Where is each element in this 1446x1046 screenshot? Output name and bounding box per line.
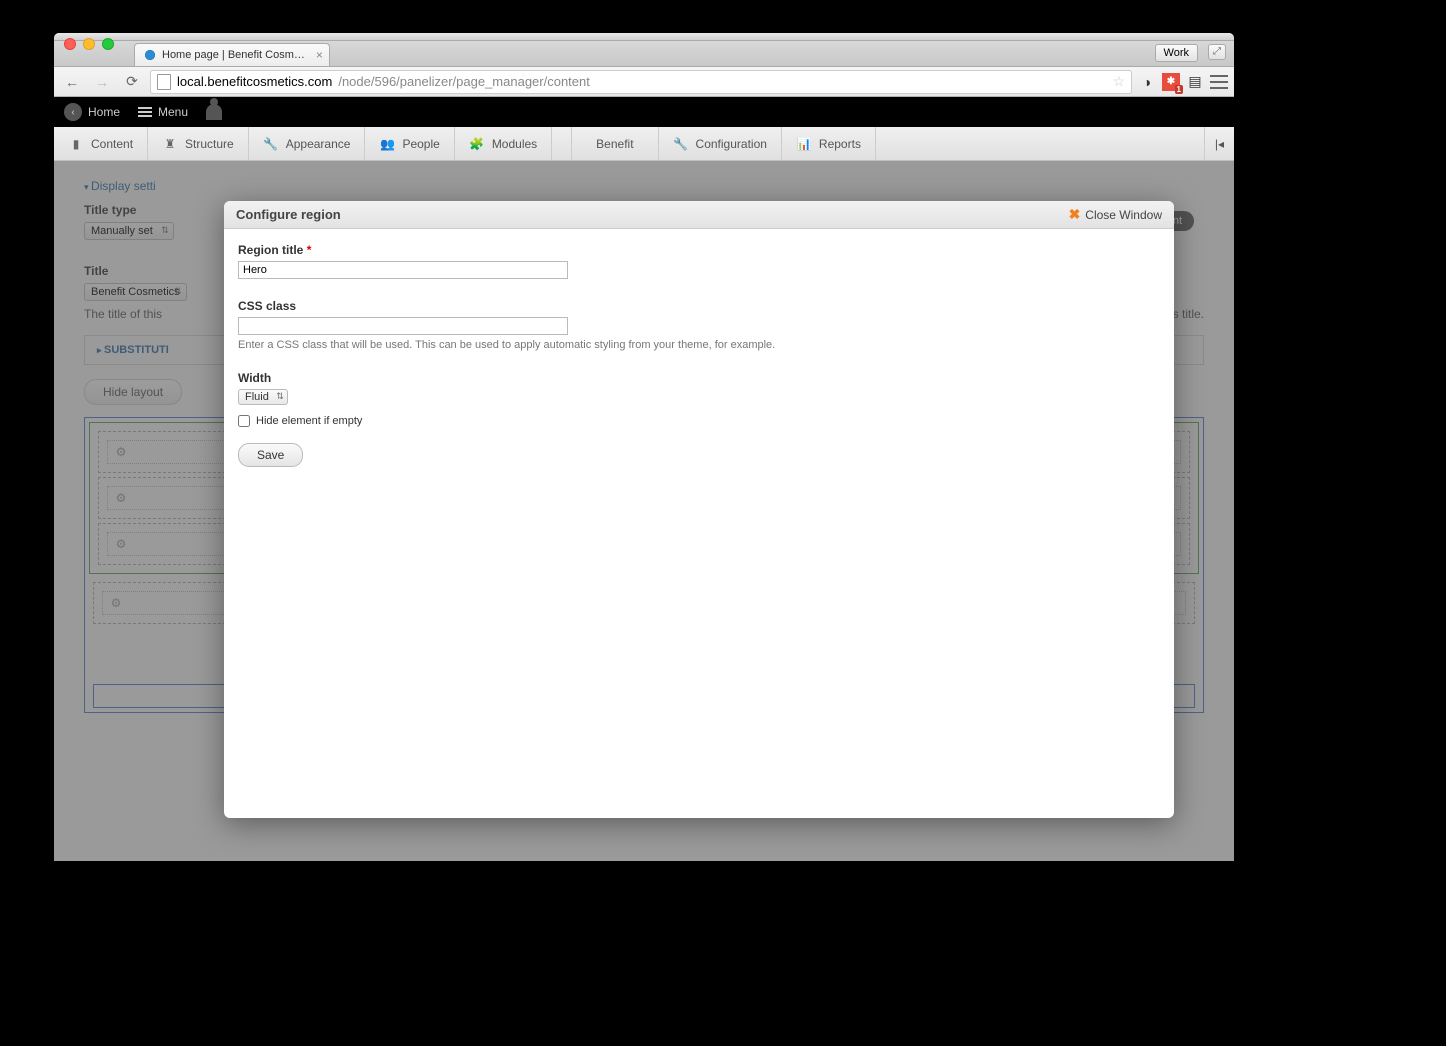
people-icon: 👥 [379, 136, 395, 152]
fullscreen-icon[interactable]: ⤢ [1208, 44, 1226, 60]
toolbar-home-label: Home [88, 105, 120, 119]
configure-region-modal: Configure region ✖ Close Window Region t… [224, 201, 1174, 818]
window-minimize-icon[interactable] [83, 38, 95, 50]
url-input[interactable]: local.benefitcosmetics.com/node/596/pane… [150, 70, 1132, 94]
admin-people[interactable]: 👥 People [365, 127, 454, 160]
toolbar-home[interactable]: ‹ Home [64, 103, 120, 121]
extension-icon[interactable]: ◑ [1138, 73, 1156, 91]
modal-body: Region title * CSS class Enter a CSS cla… [224, 229, 1174, 481]
admin-reports[interactable]: 📊 Reports [782, 127, 876, 160]
admin-people-label: People [402, 137, 439, 151]
region-title-group: Region title * [238, 243, 1160, 279]
hide-empty-label: Hide element if empty [256, 415, 362, 427]
modal-close-button[interactable]: ✖ Close Window [1069, 206, 1162, 223]
admin-menu: ▮Content ♜Structure 🔧Appearance 👥People … [54, 127, 1234, 161]
width-select[interactable]: Fluid [238, 389, 288, 405]
reload-button[interactable]: ⟳ [120, 71, 144, 93]
window-close-icon[interactable] [64, 38, 76, 50]
hide-empty-checkbox[interactable]: Hide element if empty [238, 415, 1160, 427]
admin-modules[interactable]: 🧩 Modules [455, 127, 552, 160]
admin-content-label: Content [91, 137, 133, 151]
admin-benefit-label: Benefit [596, 137, 633, 151]
wrench-icon: 🔧 [263, 136, 279, 152]
admin-benefit[interactable]: Benefit [572, 127, 658, 160]
admin-structure-label: Structure [185, 137, 234, 151]
forward-button[interactable]: → [90, 71, 114, 93]
menu-spacer [552, 127, 572, 160]
admin-configuration[interactable]: 🔧 Configuration [659, 127, 782, 160]
file-icon: ▮ [68, 136, 84, 152]
modal-title: Configure region [236, 207, 341, 222]
bookmark-star-icon[interactable]: ☆ [1112, 73, 1125, 90]
tab-title: Home page | Benefit Cosm… [162, 49, 305, 61]
chrome-menu-button[interactable] [1210, 73, 1228, 91]
titlebar [54, 33, 1234, 41]
window-traffic-lights [64, 38, 114, 50]
extension-icons: ◑ ✱1 ▤ [1138, 73, 1228, 91]
back-button[interactable]: ← [60, 71, 84, 93]
extension-icon[interactable]: ✱1 [1162, 73, 1180, 91]
save-button[interactable]: Save [238, 443, 303, 467]
menu-icon [138, 107, 152, 117]
hide-empty-checkbox-input[interactable] [238, 415, 250, 427]
user-icon [206, 104, 222, 120]
address-bar: ← → ⟳ local.benefitcosmetics.com/node/59… [54, 67, 1234, 97]
admin-structure[interactable]: ♜ Structure [148, 127, 249, 160]
close-window-label: Close Window [1085, 208, 1162, 222]
url-path: /node/596/panelizer/page_manager/content [338, 74, 590, 89]
admin-appearance[interactable]: 🔧 Appearance [249, 127, 366, 160]
admin-content[interactable]: ▮ Content [54, 127, 148, 160]
width-label: Width [238, 371, 1160, 385]
close-icon: ✖ [1069, 206, 1081, 223]
url-domain: local.benefitcosmetics.com [177, 74, 332, 89]
wrench-icon: 🔧 [673, 136, 689, 152]
drupal-favicon-icon [143, 48, 157, 62]
admin-modules-label: Modules [492, 137, 537, 151]
css-class-input[interactable] [238, 317, 568, 335]
toolbar-user[interactable] [206, 103, 328, 121]
user-name-redacted [228, 103, 328, 121]
admin-configuration-label: Configuration [696, 137, 767, 151]
modal-header: Configure region ✖ Close Window [224, 201, 1174, 229]
css-class-help: Enter a CSS class that will be used. Thi… [238, 339, 1160, 351]
browser-window: Home page | Benefit Cosm… × Work ⤢ ← → ⟳… [54, 33, 1234, 861]
admin-reports-label: Reports [819, 137, 861, 151]
structure-icon: ♜ [162, 136, 178, 152]
page-icon [157, 74, 171, 90]
chart-icon: 📊 [796, 136, 812, 152]
tab-close-icon[interactable]: × [316, 48, 323, 62]
width-group: Width Fluid [238, 371, 1160, 405]
profile-button[interactable]: Work [1155, 44, 1198, 62]
browser-tabbar: Home page | Benefit Cosm… × Work ⤢ [54, 41, 1234, 67]
css-class-group: CSS class Enter a CSS class that will be… [238, 299, 1160, 351]
toolbar-menu-label: Menu [158, 105, 188, 119]
toolbar-menu[interactable]: Menu [138, 105, 188, 119]
css-class-label: CSS class [238, 299, 1160, 313]
back-circle-icon: ‹ [64, 103, 82, 121]
browser-tab[interactable]: Home page | Benefit Cosm… × [134, 43, 330, 66]
window-zoom-icon[interactable] [102, 38, 114, 50]
puzzle-icon: 🧩 [469, 136, 485, 152]
admin-appearance-label: Appearance [286, 137, 351, 151]
region-title-input[interactable] [238, 261, 568, 279]
extension-icon[interactable]: ▤ [1186, 73, 1204, 91]
drupal-toolbar: ‹ Home Menu [54, 97, 1234, 127]
admin-collapse-icon[interactable]: |◂ [1204, 127, 1234, 160]
region-title-label: Region title * [238, 243, 1160, 257]
